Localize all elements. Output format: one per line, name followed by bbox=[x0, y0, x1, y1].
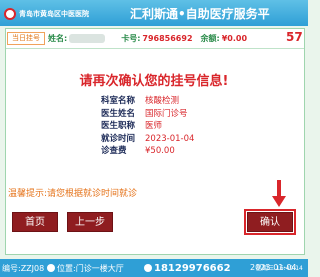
hospital-logo: 青岛市黄岛区中医医院 bbox=[4, 6, 89, 21]
detail-row-fee: 诊查费 ¥50.00 bbox=[101, 145, 241, 158]
confirm-button[interactable]: 确认 bbox=[244, 209, 296, 235]
top-header: 青岛市黄岛区中医医院 汇利斯通•自助医疗服务平 bbox=[0, 0, 308, 26]
registration-details: 科室名称 核酸检测 医生姓名 国际门诊号 医生职称 医师 就诊时间 2023-0… bbox=[101, 95, 241, 158]
terminal-number: 编号:ZZJ08 bbox=[2, 264, 45, 273]
terminal-location: 位置:门诊一楼大厅 bbox=[47, 263, 124, 274]
balance-label: 余额: bbox=[200, 34, 220, 43]
detail-value: 国际门诊号 bbox=[145, 108, 188, 119]
detail-row-visit-time: 就诊时间 2023-01-04 bbox=[101, 133, 241, 146]
detail-row-doctor-title: 医生职称 医师 bbox=[101, 120, 241, 133]
patient-info-bar: 姓名: 卡号: 796856692 余额: ¥0.00 bbox=[48, 32, 255, 45]
detail-value: 2023-01-04 bbox=[145, 133, 195, 144]
service-phone: 18129976662 bbox=[144, 263, 231, 274]
hospital-name: 青岛市黄岛区中医医院 bbox=[19, 9, 89, 18]
detail-value: ¥50.00 bbox=[145, 146, 175, 156]
current-time: 星期三 16:49:14 bbox=[256, 265, 303, 272]
hospital-emblem-icon bbox=[4, 7, 16, 20]
home-button[interactable]: 首页 bbox=[12, 212, 58, 232]
arrow-down-icon bbox=[272, 180, 286, 207]
detail-value: 核酸检测 bbox=[145, 96, 180, 106]
name-label: 姓名: bbox=[48, 34, 68, 43]
phone-icon bbox=[144, 264, 152, 272]
page-title: 请再次确认您的挂号信息! bbox=[79, 74, 229, 89]
status-footer: 编号:ZZJ08 位置:门诊一楼大厅 18129976662 2023-01-0… bbox=[0, 259, 308, 277]
app-title: 汇利斯通•自助医疗服务平 bbox=[130, 7, 270, 21]
detail-label: 科室名称 bbox=[101, 96, 136, 106]
balance-value: ¥0.00 bbox=[221, 34, 248, 43]
detail-row-doctor-name: 医生姓名 国际门诊号 bbox=[101, 108, 241, 121]
detail-row-department: 科室名称 核酸检测 bbox=[101, 95, 241, 108]
card-number: 796856692 bbox=[142, 34, 193, 43]
card-label: 卡号: bbox=[121, 34, 141, 43]
tab-same-day-registration[interactable]: 当日挂号 bbox=[7, 32, 45, 45]
patient-name-redacted bbox=[69, 34, 106, 43]
location-pin-icon bbox=[47, 264, 55, 272]
divider bbox=[6, 48, 304, 49]
reminder-tip: 温馨提示:请您根据就诊时间就诊 bbox=[8, 189, 138, 199]
countdown-timer: 57 bbox=[286, 30, 303, 44]
previous-step-button[interactable]: 上一步 bbox=[67, 212, 113, 232]
detail-value: 医师 bbox=[145, 121, 163, 131]
detail-label: 医生职称 bbox=[101, 121, 136, 131]
detail-label: 医生姓名 bbox=[101, 108, 136, 119]
detail-label: 诊查费 bbox=[101, 146, 127, 156]
detail-label: 就诊时间 bbox=[101, 133, 136, 144]
